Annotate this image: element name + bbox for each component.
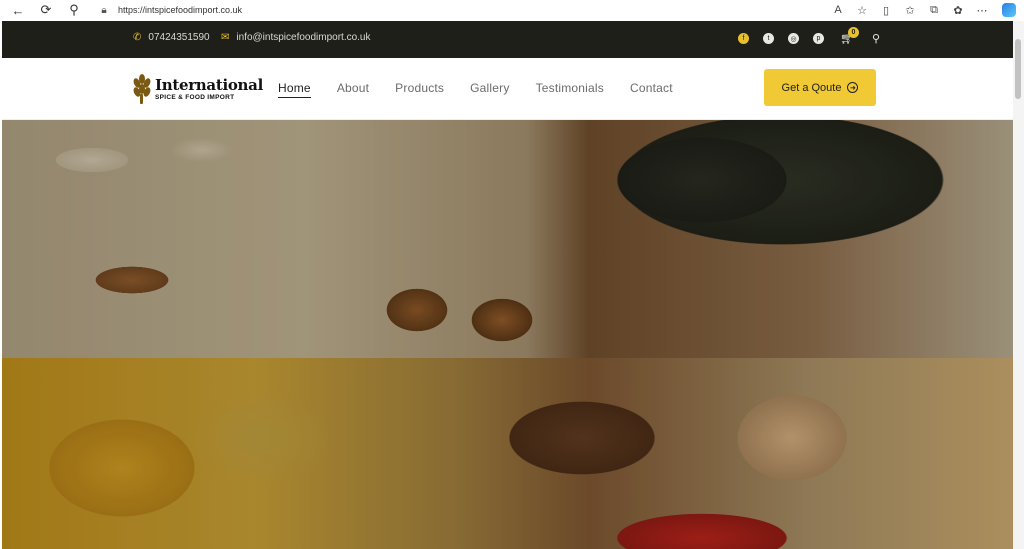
nav-about[interactable]: About	[337, 81, 369, 98]
nav-contact[interactable]: Contact	[630, 81, 673, 98]
extensions-icon[interactable]: ✿	[946, 0, 970, 20]
site-header: International SPICE & FOOD IMPORT Home A…	[2, 58, 1013, 120]
phone-contact[interactable]: ✆ 07424351590	[133, 32, 210, 43]
arrow-right-circle-icon: ➜	[847, 82, 859, 93]
phone-number[interactable]: 07424351590	[148, 32, 209, 43]
browser-toolbar: ← ⟳ ⚲ 🔒︎ https://intspicefoodimport.co.u…	[0, 0, 1024, 20]
more-icon[interactable]: ⋯	[970, 0, 994, 20]
page-scrollbar[interactable]	[1013, 21, 1024, 549]
facebook-icon[interactable]: f	[738, 33, 749, 44]
main-navigation: Home About Products Gallery Testimonials…	[278, 81, 699, 98]
site-search-icon[interactable]: ⚲	[872, 32, 880, 45]
instagram-icon[interactable]: ◎	[788, 33, 799, 44]
collections-icon[interactable]: ⧉	[922, 0, 946, 20]
cart-button[interactable]: 🛒︎ 0	[840, 27, 859, 45]
nav-testimonials[interactable]: Testimonials	[536, 81, 604, 98]
nav-products[interactable]: Products	[395, 81, 444, 98]
favorites-icon[interactable]: ✩	[898, 0, 922, 20]
site-logo[interactable]: International SPICE & FOOD IMPORT	[132, 73, 263, 105]
hero-overlay	[2, 120, 1013, 549]
favorite-icon[interactable]: ☆	[850, 0, 874, 20]
nav-home[interactable]: Home	[278, 81, 311, 98]
top-info-bar: ✆ 07424351590 ✉ info@intspicefoodimport.…	[2, 21, 1013, 58]
lock-icon[interactable]: 🔒︎	[96, 5, 112, 16]
back-icon[interactable]: ←	[8, 0, 28, 20]
phone-icon: ✆	[133, 32, 142, 43]
twitter-icon[interactable]: t	[763, 33, 774, 44]
cart-count-badge: 0	[848, 27, 859, 38]
social-links: f t ◎ p 🛒︎ 0 ⚲	[738, 27, 880, 45]
read-aloud-icon[interactable]: A	[826, 0, 850, 20]
url-text[interactable]: https://intspicefoodimport.co.uk	[118, 5, 242, 15]
mail-icon: ✉	[221, 32, 230, 43]
website-viewport: ✆ 07424351590 ✉ info@intspicefoodimport.…	[2, 21, 1013, 549]
pinterest-icon[interactable]: p	[813, 33, 824, 44]
logo-title: International	[155, 75, 263, 94]
search-icon[interactable]: ⚲	[64, 0, 84, 20]
get-quote-label: Get a Qoute	[781, 81, 842, 94]
logo-subtitle: SPICE & FOOD IMPORT	[155, 93, 235, 101]
address-bar[interactable]: 🔒︎ https://intspicefoodimport.co.uk	[96, 2, 242, 18]
hero-banner-image	[2, 120, 1013, 549]
logo-text: International SPICE & FOOD IMPORT	[155, 75, 263, 101]
wheat-logo-icon	[132, 74, 152, 104]
nav-gallery[interactable]: Gallery	[470, 81, 509, 98]
scroll-thumb[interactable]	[1015, 39, 1021, 99]
copilot-icon[interactable]	[994, 0, 1024, 20]
split-screen-icon[interactable]: ▯	[874, 0, 898, 20]
email-contact[interactable]: ✉ info@intspicefoodimport.co.uk	[221, 32, 371, 43]
get-quote-button[interactable]: Get a Qoute ➜	[764, 69, 876, 106]
reload-icon[interactable]: ⟳	[36, 0, 56, 20]
email-address[interactable]: info@intspicefoodimport.co.uk	[236, 32, 370, 43]
